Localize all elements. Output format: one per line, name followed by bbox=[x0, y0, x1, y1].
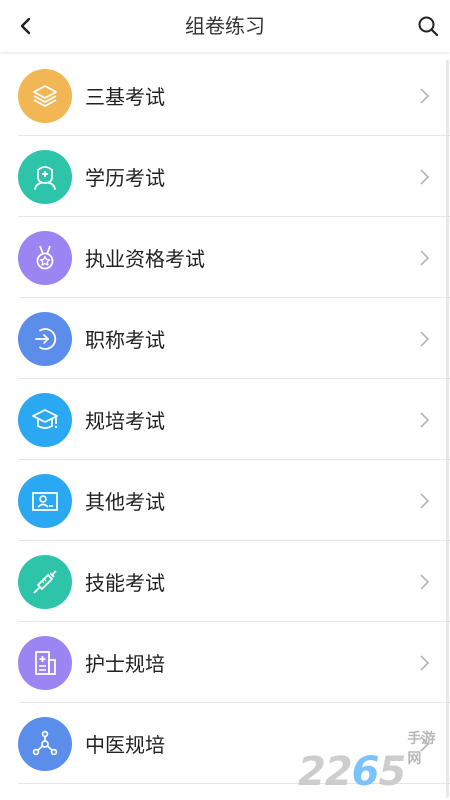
page-title: 组卷练习 bbox=[185, 14, 265, 38]
category-icon-bg bbox=[18, 392, 72, 447]
syringe-icon bbox=[33, 569, 57, 594]
list-item-zhicheng[interactable]: 职称考试 bbox=[0, 298, 450, 379]
chevron-right-icon bbox=[414, 167, 434, 187]
category-icon-bg bbox=[18, 311, 72, 366]
chevron-right-icon bbox=[414, 653, 434, 673]
category-icon-bg bbox=[18, 554, 72, 609]
chevron-right-icon bbox=[414, 572, 434, 592]
list-item-jineng[interactable]: 技能考试 bbox=[0, 541, 450, 622]
exam-category-list: 三基考试 学历考试 执业资格考试 职称考试 规培考试 其他考试 技能考试 护士规… bbox=[0, 55, 450, 784]
list-item-sanji[interactable]: 三基考试 bbox=[0, 55, 450, 136]
app-header: 组卷练习 bbox=[0, 0, 450, 52]
student-icon bbox=[34, 165, 56, 190]
site-watermark: 2265 手游网 bbox=[298, 731, 448, 795]
search-button[interactable] bbox=[414, 12, 442, 40]
list-item-qita[interactable]: 其他考试 bbox=[0, 460, 450, 541]
list-item-label: 三基考试 bbox=[85, 85, 165, 109]
chevron-right-icon bbox=[414, 329, 434, 349]
list-item-label: 学历考试 bbox=[85, 166, 165, 190]
layers-icon bbox=[33, 84, 57, 107]
id-card-icon bbox=[32, 491, 58, 511]
scrollbar[interactable] bbox=[446, 60, 449, 798]
list-item-label: 技能考试 bbox=[85, 571, 165, 595]
chevron-right-icon bbox=[414, 491, 434, 511]
list-item-label: 规培考试 bbox=[85, 409, 165, 433]
hospital-icon bbox=[35, 650, 56, 675]
category-icon-bg bbox=[18, 716, 72, 771]
list-item-label: 执业资格考试 bbox=[85, 247, 205, 271]
chevron-right-icon bbox=[414, 410, 434, 430]
chevron-right-icon bbox=[414, 248, 434, 268]
login-icon bbox=[35, 327, 57, 350]
search-icon bbox=[418, 16, 439, 37]
category-icon-bg bbox=[18, 230, 72, 285]
category-icon-bg bbox=[18, 635, 72, 690]
category-icon-bg bbox=[18, 68, 72, 123]
medal-icon bbox=[36, 245, 54, 269]
watermark-logo-number: 2265 bbox=[298, 749, 406, 795]
list-item-xueli[interactable]: 学历考试 bbox=[0, 136, 450, 217]
list-item-label: 其他考试 bbox=[85, 490, 165, 514]
list-item-zhiye[interactable]: 执业资格考试 bbox=[0, 217, 450, 298]
list-item-guipei[interactable]: 规培考试 bbox=[0, 379, 450, 460]
list-item-label: 职称考试 bbox=[85, 328, 165, 352]
network-icon bbox=[32, 730, 58, 755]
list-item-label: 护士规培 bbox=[85, 652, 165, 676]
list-item-hushi[interactable]: 护士规培 bbox=[0, 622, 450, 703]
chevron-right-icon bbox=[414, 86, 434, 106]
watermark-logo-text: 手游网 bbox=[407, 731, 436, 767]
graduation-cap-icon bbox=[32, 408, 58, 429]
category-icon-bg bbox=[18, 473, 72, 528]
category-icon-bg bbox=[18, 149, 72, 204]
